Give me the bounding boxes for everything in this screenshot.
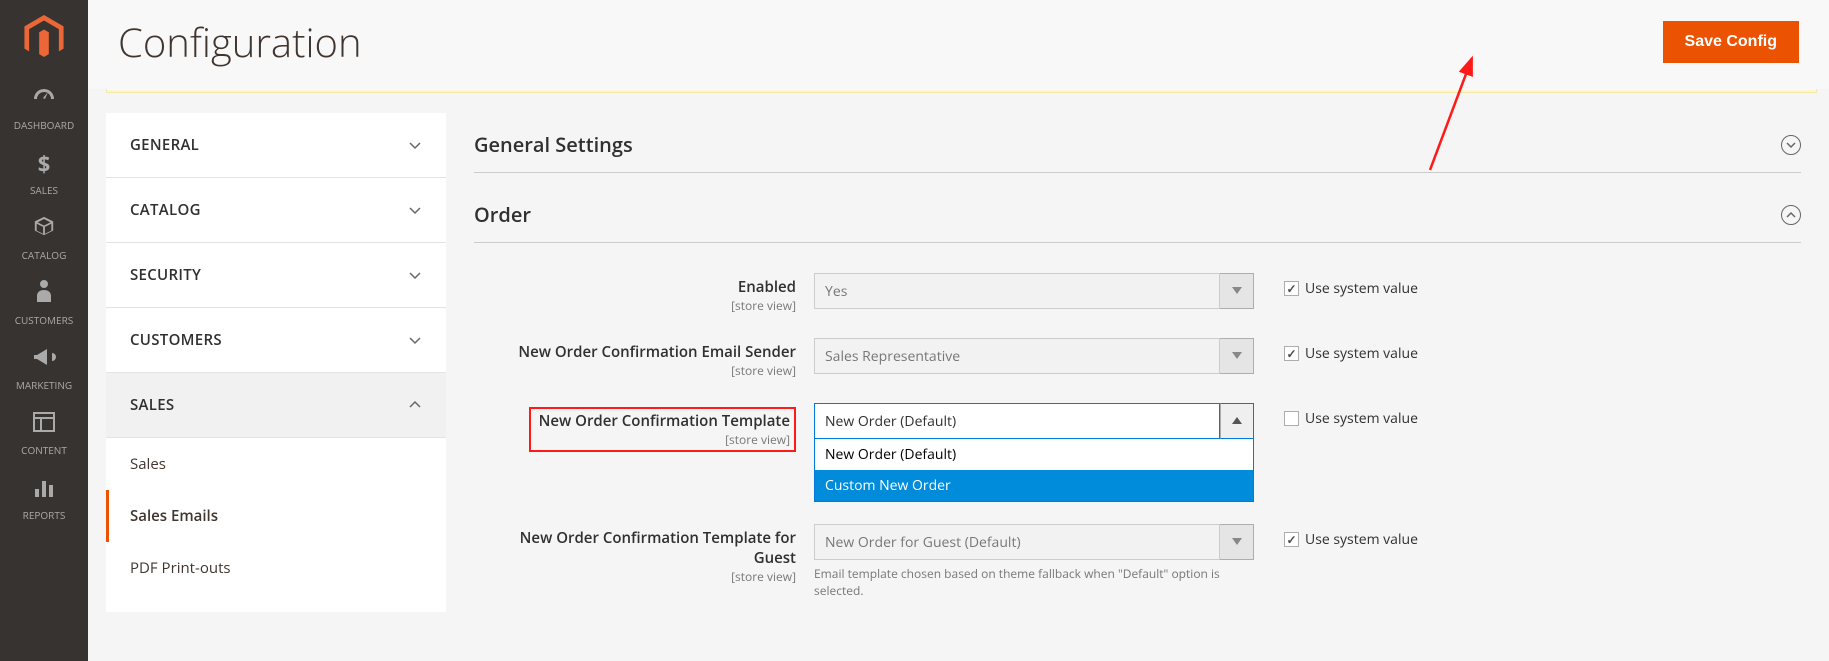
chevron-down-icon xyxy=(408,333,422,347)
magento-logo[interactable] xyxy=(0,0,88,75)
expand-icon xyxy=(1781,205,1801,225)
field-sender: New Order Confirmation Email Sender [sto… xyxy=(474,326,1801,391)
save-config-button[interactable]: Save Config xyxy=(1663,21,1799,63)
use-system-checkbox[interactable] xyxy=(1284,346,1299,361)
config-sub-pdf[interactable]: PDF Print-outs xyxy=(106,542,446,594)
select-value: New Order for Guest (Default) xyxy=(814,524,1220,560)
nav-label: SALES xyxy=(30,183,58,197)
section-order[interactable]: Order xyxy=(474,183,1801,243)
config-nav-label: CUSTOMERS xyxy=(130,330,222,350)
config-nav-label: CATALOG xyxy=(130,200,201,220)
collapse-icon xyxy=(1781,135,1801,155)
chevron-down-icon xyxy=(1220,524,1254,560)
bars-icon xyxy=(33,474,55,504)
select-value: New Order (Default) xyxy=(814,403,1220,439)
chevron-down-icon xyxy=(408,203,422,217)
chevron-up-icon xyxy=(1220,403,1254,439)
page-header: Configuration Save Config xyxy=(88,0,1829,89)
field-label: Enabled xyxy=(474,277,796,297)
config-nav-label: GENERAL xyxy=(130,135,199,155)
layout-icon xyxy=(33,409,55,439)
select-value: Sales Representative xyxy=(814,338,1220,374)
nav-content[interactable]: CONTENT xyxy=(0,400,88,465)
config-sub-sales-emails[interactable]: Sales Emails xyxy=(106,490,446,542)
section-title: General Settings xyxy=(474,131,633,158)
config-nav-label: SALES xyxy=(130,395,174,415)
chevron-down-icon xyxy=(1220,273,1254,309)
nav-reports[interactable]: REPORTS xyxy=(0,465,88,530)
section-general-settings[interactable]: General Settings xyxy=(474,113,1801,173)
nav-label: CUSTOMERS xyxy=(15,313,74,327)
section-title: Order xyxy=(474,201,531,228)
admin-sidebar: DASHBOARD $ SALES CATALOG CUSTOMERS MARK… xyxy=(0,0,88,661)
chevron-down-icon xyxy=(408,268,422,282)
field-label: New Order Confirmation Email Sender xyxy=(474,342,796,362)
megaphone-icon xyxy=(32,344,56,374)
chevron-up-icon xyxy=(408,398,422,412)
nav-label: CONTENT xyxy=(21,443,67,457)
nav-dashboard[interactable]: DASHBOARD xyxy=(0,75,88,140)
template-guest-select[interactable]: New Order for Guest (Default) xyxy=(814,524,1254,560)
config-sub-sales[interactable]: Sales xyxy=(106,438,446,490)
field-scope: [store view] xyxy=(474,297,796,314)
field-scope: [store view] xyxy=(474,568,796,585)
nav-label: MARKETING xyxy=(16,378,72,392)
nav-catalog[interactable]: CATALOG xyxy=(0,205,88,270)
settings-area: General Settings Order Enabled [store vi… xyxy=(474,113,1811,612)
page-title: Configuration xyxy=(118,14,362,69)
field-note: Email template chosen based on theme fal… xyxy=(814,566,1254,600)
config-nav-label: SECURITY xyxy=(130,265,201,285)
dropdown-option[interactable]: Custom New Order xyxy=(815,470,1253,501)
checkbox-label: Use system value xyxy=(1305,279,1418,298)
nav-marketing[interactable]: MARKETING xyxy=(0,335,88,400)
config-nav-catalog[interactable]: CATALOG xyxy=(106,178,446,243)
checkbox-label: Use system value xyxy=(1305,530,1418,549)
config-nav-security[interactable]: SECURITY xyxy=(106,243,446,308)
field-scope: [store view] xyxy=(474,362,796,379)
annotation-highlight: New Order Confirmation Template [store v… xyxy=(529,407,796,452)
use-system-checkbox[interactable] xyxy=(1284,411,1299,426)
field-template-guest: New Order Confirmation Template for Gues… xyxy=(474,512,1801,612)
use-system-checkbox[interactable] xyxy=(1284,281,1299,296)
field-enabled: Enabled [store view] Yes Use sys xyxy=(474,261,1801,326)
chevron-down-icon xyxy=(408,138,422,152)
config-nav-general[interactable]: GENERAL xyxy=(106,113,446,178)
dropdown-option[interactable]: New Order (Default) xyxy=(815,439,1253,470)
config-nav: GENERAL CATALOG SECURITY CUSTOMERS SALES… xyxy=(106,113,446,612)
checkbox-label: Use system value xyxy=(1305,344,1418,363)
config-nav-customers[interactable]: CUSTOMERS xyxy=(106,308,446,373)
box-icon xyxy=(33,214,55,244)
config-nav-sales[interactable]: SALES xyxy=(106,373,446,438)
chevron-down-icon xyxy=(1220,338,1254,374)
dollar-icon: $ xyxy=(38,149,51,179)
use-system-checkbox[interactable] xyxy=(1284,532,1299,547)
magento-logo-icon xyxy=(24,15,64,60)
field-scope: [store view] xyxy=(539,431,790,448)
template-dropdown: New Order (Default) Custom New Order xyxy=(814,439,1254,502)
nav-label: REPORTS xyxy=(23,508,66,522)
nav-label: CATALOG xyxy=(22,248,67,262)
checkbox-label: Use system value xyxy=(1305,409,1418,428)
nav-label: DASHBOARD xyxy=(14,118,74,132)
nav-sales[interactable]: $ SALES xyxy=(0,140,88,205)
nav-customers[interactable]: CUSTOMERS xyxy=(0,270,88,335)
person-icon xyxy=(35,279,53,309)
sender-select[interactable]: Sales Representative xyxy=(814,338,1254,374)
field-label: New Order Confirmation Template xyxy=(539,411,790,431)
field-template: New Order Confirmation Template [store v… xyxy=(474,391,1801,464)
select-value: Yes xyxy=(814,273,1220,309)
field-label: New Order Confirmation Template for Gues… xyxy=(474,528,796,568)
template-select[interactable]: New Order (Default) New Order (Default) … xyxy=(814,403,1254,439)
enabled-select[interactable]: Yes xyxy=(814,273,1254,309)
dashboard-icon xyxy=(32,84,56,114)
